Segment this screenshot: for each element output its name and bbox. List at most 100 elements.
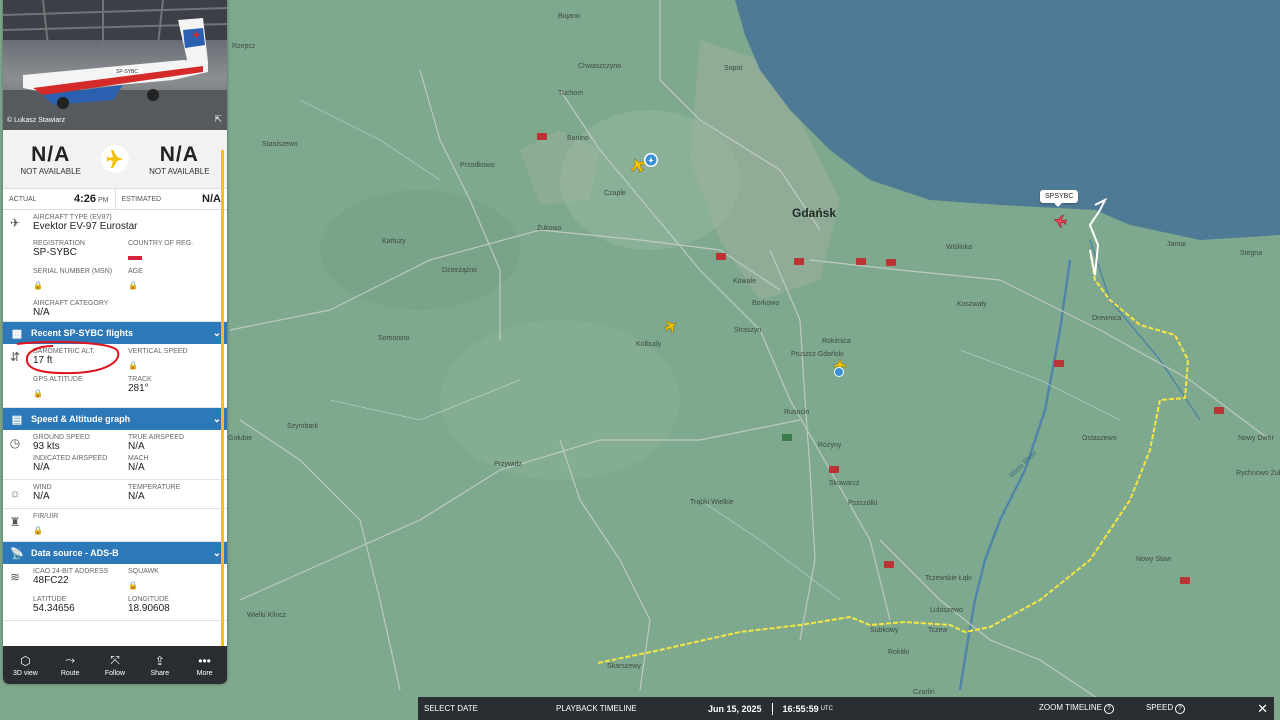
route-button[interactable]: ⤳ Route	[48, 646, 93, 684]
signal-icon: ≋	[9, 570, 21, 584]
map-label-rusocin: Rusocin	[784, 409, 809, 416]
airport-pin-icon[interactable]	[644, 153, 658, 167]
speed-altitude-graph-label: Speed & Altitude graph	[31, 414, 131, 424]
playback-timezone: UTC	[820, 705, 833, 712]
follow-label: Follow	[104, 670, 126, 677]
map-label-lubiszewo: Lubiszewo	[930, 607, 963, 614]
map-label-tczew: Tczew	[928, 627, 948, 634]
weather-icon: ☼	[9, 486, 21, 500]
wind-value: N/A	[33, 491, 50, 502]
playback-time[interactable]: 16:55:59	[777, 704, 821, 714]
route-label: Route	[60, 670, 80, 677]
times-row: ACTUAL 4:26 PM ESTIMATED N/A	[3, 188, 227, 210]
latitude-value: 54.34656	[33, 603, 75, 614]
map-label-golubie: Gołubie	[228, 435, 252, 442]
origin-code: N/A	[31, 142, 71, 166]
tas-value: N/A	[128, 441, 145, 452]
divider	[771, 702, 773, 715]
speed-section: ◷ GROUND SPEED 93 kts TRUE AIRSPEED N/A …	[3, 430, 227, 480]
help-icon[interactable]: ?	[1175, 704, 1186, 714]
map-label-somonino: Somonino	[378, 335, 410, 342]
category-value: N/A	[33, 307, 50, 318]
route-icon: ⤳	[65, 653, 75, 667]
longitude-label: LONGITUDE	[128, 596, 169, 603]
map-label-rozyny: Różyny	[818, 442, 842, 449]
select-date-button[interactable]: SELECT DATE	[418, 704, 550, 713]
ground-speed-value: 93 kts	[33, 441, 60, 452]
fir-label: FIR/UIR	[33, 513, 59, 520]
svg-text:✚: ✚	[192, 30, 200, 40]
chevron-down-icon: ⌄	[212, 547, 222, 559]
help-icon[interactable]: ?	[1103, 704, 1114, 714]
tas-label: TRUE AIRSPEED	[128, 434, 185, 441]
chevron-down-icon: ⌄	[212, 413, 222, 425]
map-label-kowale: Kowale	[733, 278, 756, 285]
share-label: Share	[150, 669, 170, 677]
lock-icon: 🔒	[33, 526, 43, 535]
flight-info-panel: ✚ SP-SYBC © Lukasz Stawiarz ⇱ N/A NOT AV…	[3, 0, 227, 684]
aircraft-type-icon: ✈	[9, 216, 21, 230]
ground-speed-label: GROUND SPEED	[33, 434, 90, 441]
country-label: COUNTRY OF REG.	[128, 240, 194, 247]
destination-name: NOT AVAILABLE	[149, 166, 210, 176]
icao-value: 48FC22	[33, 575, 69, 586]
map-label-wielkiklincz: Wielki Klincz	[247, 612, 287, 619]
map-label-sopot: Sopot	[724, 65, 742, 72]
map-label-przywidz: Przywidz	[494, 461, 523, 468]
map-label-skarszewy: Skarszewy	[607, 663, 641, 670]
speed-button[interactable]: SPEED?	[1140, 703, 1191, 714]
graph-icon: ▤	[11, 413, 23, 426]
map-label-pszczolki: Pszczółki	[848, 500, 878, 507]
red-circle-annotation	[16, 341, 120, 375]
aircraft-photo[interactable]: ✚ SP-SYBC © Lukasz Stawiarz ⇱	[3, 0, 227, 130]
map-label-rokitki: Rokitki	[888, 649, 909, 656]
map-label-przodkowo: Przodkowo	[460, 162, 495, 169]
zoom-timeline-button[interactable]: ZOOM TIMELINE?	[1033, 703, 1120, 714]
destination-code: N/A	[159, 142, 199, 166]
selected-aircraft-callsign[interactable]: SPSYBC	[1040, 190, 1079, 207]
map-label-rychnowo: Rychnowo Żuławskie	[1236, 468, 1280, 477]
speed-altitude-graph-bar[interactable]: ▤ Speed & Altitude graph ⌄	[3, 408, 227, 430]
playback-date[interactable]: Jun 15, 2025	[702, 704, 768, 714]
follow-button[interactable]: ⤧ Follow	[93, 646, 138, 684]
playback-timeline-bar: SELECT DATE PLAYBACK TIMELINE Jun 15, 20…	[418, 697, 1274, 720]
panel-scrollbar[interactable]	[221, 150, 224, 650]
map-label-czaple: Czaple	[604, 190, 626, 197]
track-label: TRACK	[128, 376, 152, 383]
vspeed-label: VERTICAL SPEED	[128, 348, 188, 355]
weather-section: ☼ WIND N/A TEMPERATURE N/A	[3, 480, 227, 509]
lock-icon: 🔒	[128, 581, 138, 590]
more-button[interactable]: ••• More	[182, 646, 227, 684]
estimated-label: ESTIMATED	[121, 195, 162, 203]
registration-value[interactable]: SP-SYBC	[33, 247, 128, 258]
track-value: 281°	[128, 383, 149, 394]
aircraft-section: ✈ AIRCRAFT TYPE (EV97) Evektor EV-97 Eur…	[3, 210, 227, 322]
map-label-rokitnica: Rokitnica	[822, 338, 851, 345]
map-label-ostaszewo: Ostaszewo	[1082, 435, 1117, 442]
expand-photo-icon[interactable]: ⇱	[214, 114, 222, 125]
airport-pin-icon-2[interactable]	[834, 367, 844, 377]
map-label-wislinka: Wiślinka	[946, 244, 972, 251]
msn-label: SERIAL NUMBER (MSN)	[33, 268, 113, 275]
actual-ampm: PM	[98, 197, 109, 204]
data-source-label: Data source - ADS-B	[31, 548, 119, 558]
fir-section: ♜ FIR/UIR 🔒	[3, 509, 227, 542]
aircraft-type-label: AIRCRAFT TYPE (EV97)	[33, 214, 112, 221]
map-label-straszyn: Straszyn	[734, 327, 761, 334]
lock-icon: 🔒	[33, 281, 43, 290]
map-label-dzierzazno: Dzierżążno	[442, 267, 477, 274]
aircraft-photo-image: ✚ SP-SYBC	[3, 0, 227, 130]
share-icon: ⇪	[154, 653, 165, 668]
temperature-label: TEMPERATURE	[128, 484, 181, 491]
share-button[interactable]: ⇪ Share	[137, 646, 182, 684]
map-label-rzepcz: Rzepcz	[232, 43, 256, 50]
ias-label: INDICATED AIRSPEED	[33, 455, 108, 462]
more-icon: •••	[198, 653, 211, 668]
close-icon[interactable]: ✕	[1251, 701, 1274, 717]
map-label-kartuzy: Kartuzy	[382, 238, 406, 245]
map-label-stegna: Stegna	[1240, 250, 1262, 257]
map-label-tuchom: Tuchom	[558, 90, 583, 97]
map-label-zukowo: Żukowo	[537, 223, 562, 232]
3d-view-button[interactable]: ⬡ 3D view	[3, 646, 48, 684]
data-source-bar[interactable]: 📡 Data source - ADS-B ⌄	[3, 542, 227, 564]
